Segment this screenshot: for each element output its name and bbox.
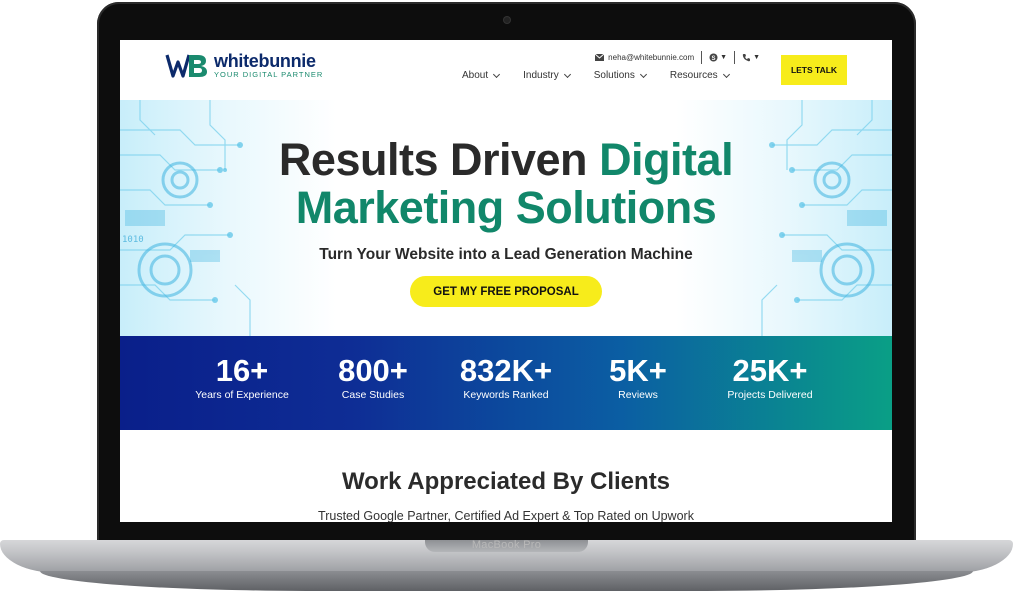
nav-item-resources[interactable]: Resources [669, 70, 730, 81]
laptop-mockup: MacBook Pro whitebunnie YOUR DIGITAL PAR… [0, 0, 1013, 602]
nav-item-label: About [462, 70, 489, 81]
device-brand-label: MacBook Pro [471, 539, 542, 551]
stat-item: 832K+ Keywords Ranked [445, 354, 567, 402]
nav-item-industry[interactable]: Industry [523, 70, 571, 81]
chevron-down-icon [639, 70, 647, 78]
clients-section-title: Work Appreciated By Clients [341, 468, 671, 495]
chevron-down-icon: ▼ [720, 54, 728, 61]
phone-icon [742, 54, 751, 62]
stat-item: 16+ Years of Experience [182, 354, 302, 402]
hero-title-green-line2: Marketing Solutions [295, 182, 717, 233]
nav-item-label: Industry [523, 70, 559, 81]
nav-item-about[interactable]: About [462, 70, 501, 81]
logo-text: whitebunnie YOUR DIGITAL PARTNER [214, 52, 323, 80]
skype-dropdown[interactable]: S ▼ [709, 53, 727, 62]
hero-title: Results Driven Digital Marketing Solutio… [120, 136, 892, 232]
contact-bar: neha@whitebunnie.com S ▼ ▼ [595, 51, 760, 64]
divider [701, 51, 703, 64]
phone-dropdown[interactable]: ▼ [742, 53, 760, 62]
free-proposal-button[interactable]: GET MY FREE PROPOSAL [410, 276, 602, 307]
hero-title-dark: Results Driven [278, 134, 588, 185]
nav-item-label: Resources [669, 70, 718, 81]
stat-label: Case Studies [341, 389, 405, 401]
stat-value: 832K+ [459, 353, 553, 388]
stat-value: 800+ [338, 353, 408, 388]
stat-label: Keywords Ranked [463, 389, 549, 401]
chevron-down-icon [493, 70, 501, 78]
stat-label: Reviews [618, 389, 658, 401]
hero-title-green: Digital [599, 134, 734, 185]
stat-label: Years of Experience [195, 389, 289, 401]
logo-name: whitebunnie [214, 51, 316, 71]
nav-item-solutions[interactable]: Solutions [593, 70, 647, 81]
divider [734, 51, 736, 64]
stat-item: 25K+ Projects Delivered [708, 354, 832, 402]
hero-subtitle: Turn Your Website into a Lead Generation… [319, 246, 693, 263]
lets-talk-button[interactable]: LETS TALK [781, 55, 847, 85]
stat-item: 800+ Case Studies [313, 354, 433, 402]
stat-label: Projects Delivered [727, 389, 813, 401]
contact-email-link[interactable]: neha@whitebunnie.com [608, 53, 694, 62]
svg-text:1010: 1010 [122, 235, 144, 245]
webcam [504, 17, 510, 23]
site-logo[interactable]: whitebunnie YOUR DIGITAL PARTNER [165, 52, 323, 80]
svg-text:S: S [712, 56, 716, 62]
nav-item-label: Solutions [593, 70, 635, 81]
logo-tagline: YOUR DIGITAL PARTNER [214, 70, 324, 79]
chevron-down-icon [722, 70, 730, 78]
mail-icon [595, 54, 605, 61]
skype-icon: S [709, 53, 718, 62]
chevron-down-icon [563, 70, 571, 78]
main-nav: About Industry Solutions Resources [462, 70, 753, 81]
stat-value: 5K+ [609, 353, 667, 388]
hero-section: 1010 Results Driven Digital Marketing So… [120, 100, 892, 336]
website-screen: whitebunnie YOUR DIGITAL PARTNER neha@wh… [120, 40, 892, 522]
stat-value: 16+ [215, 353, 269, 388]
stat-value: 25K+ [732, 353, 808, 388]
logo-mark-icon [165, 54, 207, 78]
clients-section-subtitle: Trusted Google Partner, Certified Ad Exp… [318, 509, 694, 522]
stat-item: 5K+ Reviews [578, 354, 698, 402]
stats-band: 16+ Years of Experience 800+ Case Studie… [120, 336, 892, 430]
chevron-down-icon: ▼ [753, 54, 760, 61]
laptop-base-lip [40, 571, 973, 591]
